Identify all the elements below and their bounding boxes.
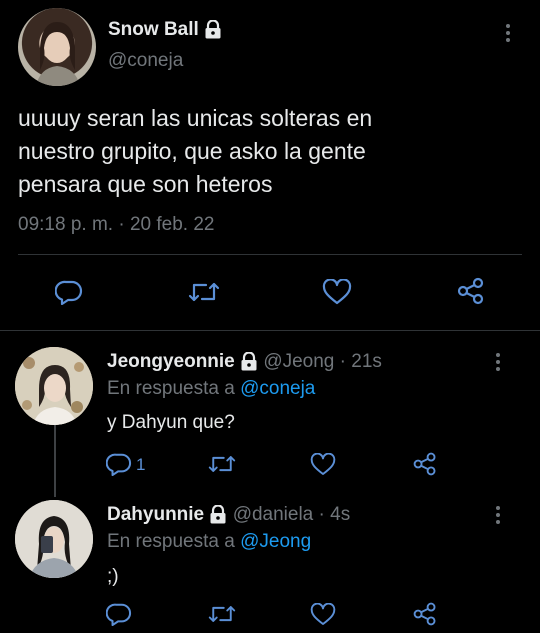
retweet-button[interactable] (187, 276, 221, 308)
display-name[interactable]: Jeongyeonnie (107, 351, 235, 372)
reply-header: Dahyunnie @daniela · 4s (107, 504, 350, 526)
timestamp[interactable]: 09:18 p. m. · 20 feb. 22 (18, 214, 214, 236)
reply-context-label: En respuesta a (107, 378, 235, 399)
share-icon (413, 602, 436, 626)
share-icon (457, 277, 484, 305)
retweet-button[interactable] (207, 600, 237, 628)
more-vertical-icon[interactable] (495, 353, 501, 374)
display-name[interactable]: Dahyunnie (107, 504, 204, 525)
share-button[interactable] (454, 274, 488, 308)
avatar-portrait (15, 500, 93, 578)
reply-button[interactable] (105, 600, 133, 628)
reply-icon (106, 453, 132, 476)
tweet-text: uuuuy seran las unicas solteras en nuest… (18, 102, 372, 201)
share-button[interactable] (410, 599, 440, 629)
reply-header: Jeongyeonnie @Jeong · 21s (107, 351, 382, 373)
avatar-jeongyeonnie[interactable] (15, 347, 93, 425)
divider (0, 330, 540, 331)
handle[interactable]: @daniela (233, 504, 314, 525)
reply-button[interactable] (53, 276, 85, 308)
display-name-text[interactable]: Snow Ball (108, 19, 199, 40)
more-vertical-icon[interactable] (495, 506, 501, 527)
like-button[interactable] (308, 450, 338, 478)
lock-icon (209, 505, 227, 524)
like-button[interactable] (308, 600, 338, 628)
reply-context: En respuesta a @Jeong (107, 531, 311, 553)
reply-context: En respuesta a @coneja (107, 378, 315, 400)
retweet-button[interactable] (207, 450, 237, 478)
share-button[interactable] (410, 449, 440, 479)
time: · 4s (318, 504, 351, 525)
more-vertical-icon[interactable] (505, 24, 511, 45)
reply-to-link[interactable]: @Jeong (240, 531, 311, 552)
divider (18, 254, 522, 255)
avatar-snow-ball[interactable] (18, 8, 96, 86)
heart-icon (310, 452, 336, 475)
tweet-text-line: pensara que son heteros (18, 171, 273, 197)
display-name[interactable]: Snow Ball (108, 19, 222, 41)
reply-text: y Dahyun que? (107, 412, 235, 433)
retweet-icon (188, 282, 220, 302)
retweet-icon (208, 456, 236, 472)
reply-icon (106, 603, 132, 626)
time: · 21s (339, 351, 382, 372)
handle[interactable]: @Jeong (263, 351, 334, 372)
reply-count: 1 (136, 455, 146, 474)
reply-context-label: En respuesta a (107, 531, 235, 552)
reply-text: ;) (107, 566, 119, 587)
heart-icon (310, 602, 336, 625)
lock-icon (204, 20, 222, 39)
like-button[interactable] (320, 276, 354, 308)
avatar-dahyunnie[interactable] (15, 500, 93, 578)
tweet-text-line: nuestro grupito, que asko la gente (18, 138, 366, 164)
lock-icon (240, 352, 258, 371)
reply-to-link[interactable]: @coneja (240, 378, 315, 399)
reply-icon (55, 280, 83, 305)
share-icon (413, 452, 436, 476)
reply-button[interactable] (105, 450, 133, 478)
heart-icon (322, 279, 352, 305)
avatar-portrait (15, 347, 93, 425)
thread-line (54, 425, 56, 497)
avatar-portrait (36, 22, 80, 86)
handle[interactable]: @coneja (108, 50, 183, 72)
retweet-icon (208, 606, 236, 622)
tweet-text-line: uuuuy seran las unicas solteras en (18, 105, 373, 131)
